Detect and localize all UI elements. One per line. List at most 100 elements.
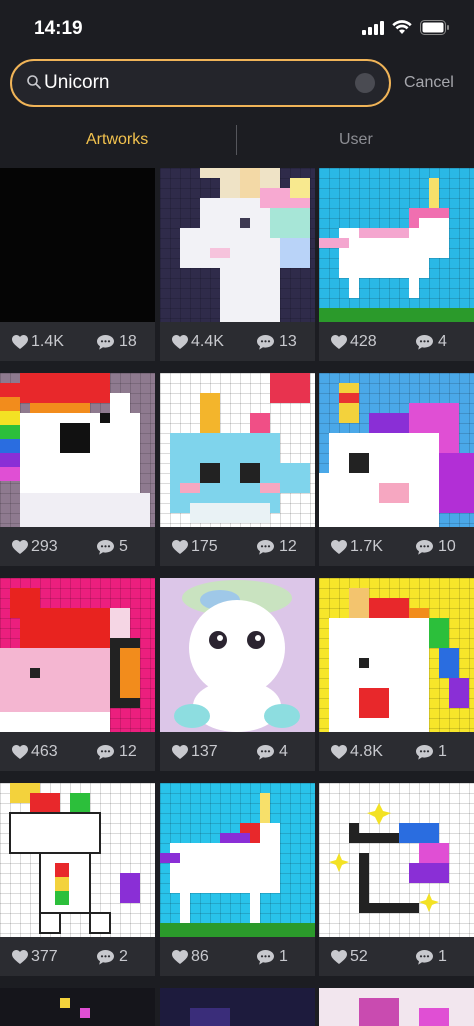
like-count[interactable]: 4.8K <box>331 743 383 761</box>
artwork-thumbnail[interactable] <box>160 783 315 937</box>
like-count[interactable]: 175 <box>172 538 218 556</box>
like-count-value: 428 <box>350 333 377 350</box>
artwork-thumbnail[interactable] <box>0 783 155 937</box>
artwork-thumbnail[interactable] <box>0 373 155 527</box>
battery-icon <box>420 20 449 35</box>
artwork-stats: 377 2 <box>0 937 155 976</box>
like-count-value: 463 <box>31 743 58 760</box>
like-count-value: 137 <box>191 743 218 760</box>
unicorn-artwork-image <box>319 383 474 527</box>
artwork-card[interactable]: 293 5 <box>0 373 155 566</box>
artwork-thumbnail[interactable] <box>160 988 315 1026</box>
comment-count[interactable]: 1 <box>257 948 288 966</box>
unicorn-artwork-image <box>0 588 140 732</box>
wifi-icon <box>392 20 412 34</box>
unicorn-artwork-image <box>0 373 150 527</box>
like-count[interactable]: 428 <box>331 333 377 351</box>
artwork-thumbnail[interactable] <box>319 578 474 732</box>
artwork-thumbnail[interactable] <box>319 783 474 937</box>
search-field[interactable] <box>10 59 391 107</box>
comment-bubble-icon <box>416 539 433 555</box>
cellular-signal-icon <box>362 20 384 35</box>
artwork-thumbnail[interactable] <box>319 373 474 527</box>
like-count-value: 175 <box>191 538 218 555</box>
comment-count[interactable]: 18 <box>97 333 137 351</box>
artwork-thumbnail[interactable] <box>0 988 155 1026</box>
like-count[interactable]: 1.4K <box>12 333 64 351</box>
comment-count[interactable]: 12 <box>257 538 297 556</box>
status-time: 14:19 <box>34 18 83 39</box>
heart-icon <box>172 744 188 759</box>
artwork-card[interactable]: 4.8K 1 <box>319 578 474 771</box>
like-count[interactable]: 463 <box>12 743 58 761</box>
clear-search-icon[interactable] <box>355 73 375 93</box>
comment-count-value: 12 <box>119 743 137 760</box>
comment-count[interactable]: 10 <box>416 538 456 556</box>
artwork-card[interactable] <box>0 988 155 1026</box>
artwork-card[interactable]: 52 1 <box>319 783 474 976</box>
search-input[interactable] <box>44 69 354 97</box>
artwork-card[interactable]: 1.7K 10 <box>319 373 474 566</box>
comment-bubble-icon <box>416 744 433 760</box>
comment-count[interactable]: 5 <box>97 538 128 556</box>
artwork-stats: 1.7K 10 <box>319 527 474 566</box>
tab-artworks[interactable]: Artworks <box>86 131 148 149</box>
artwork-card[interactable]: 4.4K 13 <box>160 168 315 361</box>
comment-count-value: 1 <box>438 743 447 760</box>
like-count-value: 4.4K <box>191 333 224 350</box>
like-count[interactable]: 377 <box>12 948 58 966</box>
like-count-value: 86 <box>191 948 209 965</box>
artwork-thumbnail[interactable] <box>160 578 315 732</box>
artwork-stats: 293 5 <box>0 527 155 566</box>
like-count[interactable]: 86 <box>172 948 209 966</box>
artwork-stats: 428 4 <box>319 322 474 361</box>
artwork-thumbnail[interactable] <box>0 578 155 732</box>
artwork-card[interactable] <box>319 988 474 1026</box>
comment-bubble-icon <box>257 539 274 555</box>
artwork-thumbnail[interactable] <box>160 373 315 527</box>
artwork-thumbnail[interactable] <box>0 168 155 322</box>
search-icon <box>27 75 41 89</box>
artwork-card[interactable]: 463 12 <box>0 578 155 771</box>
tab-divider <box>236 125 237 155</box>
comment-bubble-icon <box>416 949 433 965</box>
artwork-card[interactable]: 377 2 <box>0 783 155 976</box>
artwork-card[interactable]: 1.4K 18 <box>0 168 155 361</box>
artwork-card[interactable]: 428 4 <box>319 168 474 361</box>
artwork-thumbnail[interactable] <box>160 168 315 322</box>
comment-count[interactable]: 1 <box>416 948 447 966</box>
cancel-button[interactable]: Cancel <box>404 74 454 92</box>
comment-count[interactable]: 13 <box>257 333 297 351</box>
tab-user[interactable]: User <box>339 131 373 149</box>
comment-count-value: 4 <box>279 743 288 760</box>
comment-count-value: 5 <box>119 538 128 555</box>
artwork-card[interactable]: 137 4 <box>160 578 315 771</box>
comment-bubble-icon <box>97 334 114 350</box>
comment-bubble-icon <box>257 949 274 965</box>
artwork-card[interactable]: 175 12 <box>160 373 315 566</box>
artwork-card[interactable]: 86 1 <box>160 783 315 976</box>
artwork-thumbnail[interactable] <box>319 988 474 1026</box>
like-count[interactable]: 52 <box>331 948 368 966</box>
like-count[interactable]: 137 <box>172 743 218 761</box>
heart-icon <box>172 949 188 964</box>
comment-count[interactable]: 4 <box>257 743 288 761</box>
like-count[interactable]: 1.7K <box>331 538 383 556</box>
comment-count[interactable]: 1 <box>416 743 447 761</box>
comment-bubble-icon <box>416 334 433 350</box>
comment-count[interactable]: 2 <box>97 948 128 966</box>
artwork-card[interactable] <box>160 988 315 1026</box>
status-bar: 14:19 <box>0 0 474 56</box>
artwork-image <box>359 998 449 1026</box>
unicorn-artwork-image <box>319 178 474 322</box>
like-count-value: 1.4K <box>31 333 64 350</box>
comment-count-value: 13 <box>279 333 297 350</box>
like-count[interactable]: 293 <box>12 538 58 556</box>
artwork-thumbnail[interactable] <box>319 168 474 322</box>
comment-count[interactable]: 4 <box>416 333 447 351</box>
comment-bubble-icon <box>97 539 114 555</box>
like-count-value: 1.7K <box>350 538 383 555</box>
comment-count[interactable]: 12 <box>97 743 137 761</box>
like-count[interactable]: 4.4K <box>172 333 224 351</box>
comment-count-value: 18 <box>119 333 137 350</box>
